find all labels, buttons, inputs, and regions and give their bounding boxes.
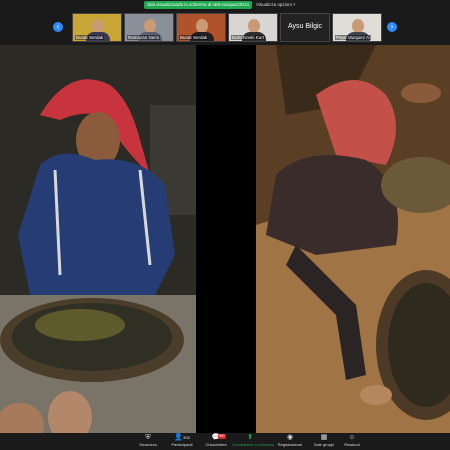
participant-tile[interactable]: Burak Serdak [72, 13, 122, 42]
participant-name: Burak Serdak [179, 35, 209, 40]
chat-button[interactable]: 💬 99+ Chiacchiera [198, 434, 234, 449]
participant-video [196, 19, 208, 33]
share-screen-button[interactable]: ⬆ Condividere lo schermo [232, 434, 274, 449]
photo-left-illustration [0, 45, 196, 433]
participant-tile[interactable]: Ramazan Nemi [124, 13, 174, 42]
participant-video [352, 19, 364, 33]
chat-icon: 💬 [211, 434, 221, 441]
participant-name: Pepe Vazquez A. [335, 35, 372, 40]
participants-icon: 👤308 [174, 434, 190, 441]
shared-photo-right [256, 45, 450, 433]
participant-name: Burak Serdak [75, 35, 105, 40]
participant-count: 308 [183, 435, 190, 440]
participant-tile[interactable]: Burak Serdak [176, 13, 226, 42]
meeting-toolbar: ⛨ Sicurezza 👤308 Partecipanti 💬 99+ Chia… [0, 433, 450, 450]
view-options-dropdown[interactable]: Visualizza opzioni ˅ [256, 1, 296, 9]
shield-icon: ⛨ [145, 434, 151, 441]
participant-tile[interactable]: Aysu Bilgic [280, 13, 330, 42]
reactions-button[interactable]: ☺ Reazioni [334, 434, 370, 449]
chat-unread-badge: 99+ [218, 434, 226, 439]
participant-video [248, 19, 260, 33]
chevron-left-icon: ‹ [56, 22, 60, 31]
shared-screen-area [0, 45, 450, 433]
share-screen-icon: ⬆ [247, 434, 253, 441]
shared-photo-left [0, 45, 196, 433]
reactions-icon: ☺ [348, 434, 356, 441]
participants-button[interactable]: 👤308 Partecipanti [164, 434, 200, 449]
record-icon: ◉ [286, 434, 294, 441]
share-status-banner[interactable]: Stai visualizzando lo schermo di ratti-m… [144, 1, 252, 9]
participant-tile[interactable]: Pepe Vazquez A. [332, 13, 382, 42]
participant-name: Bolschinski Kurt [231, 35, 266, 40]
participant-video [92, 19, 104, 33]
participant-video [144, 19, 156, 33]
chevron-right-icon: › [390, 22, 394, 31]
gallery-prev-button[interactable]: ‹ [53, 22, 63, 32]
gallery-next-button[interactable]: › [387, 22, 397, 32]
gallery-strip: Stai visualizzando lo schermo di ratti-m… [0, 0, 450, 45]
security-button[interactable]: ⛨ Sicurezza [130, 434, 166, 449]
participant-tile[interactable]: Bolschinski Kurt [228, 13, 278, 42]
participant-name: Ramazan Nemi [127, 35, 161, 40]
record-button[interactable]: ◉ Registrazione [272, 434, 308, 449]
photo-right-illustration [256, 45, 450, 433]
participant-name: Aysu Bilgic [287, 23, 323, 30]
